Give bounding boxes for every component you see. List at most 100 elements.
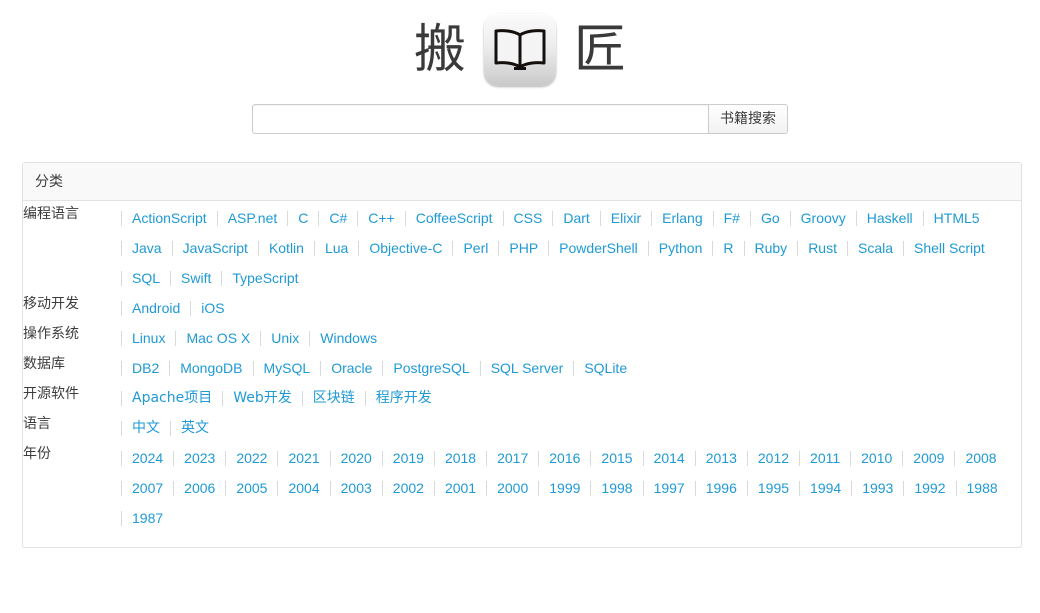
category-link-python[interactable]: Python: [659, 233, 703, 263]
category-link-html5[interactable]: HTML5: [934, 203, 980, 233]
link-divider: [749, 210, 751, 226]
category-link-2014[interactable]: 2014: [654, 443, 685, 473]
category-link-elixir[interactable]: Elixir: [611, 203, 641, 233]
category-link-sql-server[interactable]: SQL Server: [491, 353, 564, 383]
category-link-typescript[interactable]: TypeScript: [232, 263, 298, 293]
category-link-1995[interactable]: 1995: [758, 473, 789, 503]
category-link-2006[interactable]: 2006: [184, 473, 215, 503]
category-link-2001[interactable]: 2001: [445, 473, 476, 503]
category-link-web开发[interactable]: Web开发: [233, 383, 292, 413]
link-divider: [318, 210, 320, 226]
category-link-css[interactable]: CSS: [514, 203, 543, 233]
category-link-2023[interactable]: 2023: [184, 443, 215, 473]
category-link-2015[interactable]: 2015: [601, 443, 632, 473]
category-link-c[interactable]: C++: [368, 203, 394, 233]
category-link-scala[interactable]: Scala: [858, 233, 893, 263]
category-link-1999[interactable]: 1999: [549, 473, 580, 503]
category-link-c[interactable]: C: [298, 203, 308, 233]
category-link-db2[interactable]: DB2: [132, 353, 159, 383]
category-link-2010[interactable]: 2010: [861, 443, 892, 473]
category-link-mac-os-x[interactable]: Mac OS X: [186, 323, 250, 353]
category-link-objective-c[interactable]: Objective-C: [369, 233, 442, 263]
category-link-shell-script[interactable]: Shell Script: [914, 233, 985, 263]
category-link-1994[interactable]: 1994: [810, 473, 841, 503]
category-link-2007[interactable]: 2007: [132, 473, 163, 503]
link-divider: [381, 480, 383, 496]
link-divider: [799, 450, 801, 466]
category-link-f[interactable]: F#: [724, 203, 740, 233]
category-link-powdershell[interactable]: PowderShell: [559, 233, 638, 263]
link-divider: [797, 240, 799, 256]
category-link-2009[interactable]: 2009: [913, 443, 944, 473]
category-link-2020[interactable]: 2020: [341, 443, 372, 473]
site-header: 搬 匠: [0, 0, 1040, 90]
category-link-rust[interactable]: Rust: [808, 233, 837, 263]
category-link-mysql[interactable]: MySQL: [264, 353, 311, 383]
category-link-2005[interactable]: 2005: [236, 473, 267, 503]
category-link-go[interactable]: Go: [761, 203, 780, 233]
category-link-1993[interactable]: 1993: [862, 473, 893, 503]
category-link-linux[interactable]: Linux: [132, 323, 165, 353]
category-link-asp-net[interactable]: ASP.net: [228, 203, 278, 233]
category-link-1987[interactable]: 1987: [132, 503, 163, 533]
category-link-2012[interactable]: 2012: [758, 443, 789, 473]
category-link-haskell[interactable]: Haskell: [867, 203, 913, 233]
category-link-2004[interactable]: 2004: [288, 473, 319, 503]
category-link-区块链[interactable]: 区块链: [313, 383, 355, 413]
category-link-1998[interactable]: 1998: [601, 473, 632, 503]
category-link-2022[interactable]: 2022: [236, 443, 267, 473]
category-link-2003[interactable]: 2003: [341, 473, 372, 503]
category-link-groovy[interactable]: Groovy: [801, 203, 846, 233]
book-search-button[interactable]: 书籍搜索: [708, 104, 788, 134]
category-link-lua[interactable]: Lua: [325, 233, 348, 263]
category-link-kotlin[interactable]: Kotlin: [269, 233, 304, 263]
category-link-r[interactable]: R: [723, 233, 733, 263]
category-link-2021[interactable]: 2021: [288, 443, 319, 473]
category-link-2017[interactable]: 2017: [497, 443, 528, 473]
category-link-ruby[interactable]: Ruby: [755, 233, 788, 263]
category-link-oracle[interactable]: Oracle: [331, 353, 372, 383]
category-link-2013[interactable]: 2013: [706, 443, 737, 473]
category-link-1996[interactable]: 1996: [706, 473, 737, 503]
category-link-mongodb[interactable]: MongoDB: [180, 353, 242, 383]
category-link-1992[interactable]: 1992: [914, 473, 945, 503]
category-link-ios[interactable]: iOS: [201, 293, 224, 323]
category-link-javascript[interactable]: JavaScript: [183, 233, 248, 263]
category-link-2002[interactable]: 2002: [393, 473, 424, 503]
category-link-sql[interactable]: SQL: [132, 263, 160, 293]
category-link-2024[interactable]: 2024: [132, 443, 163, 473]
category-link-apache项目[interactable]: Apache项目: [132, 383, 212, 413]
category-row: 语言 中文 英文: [23, 413, 1021, 443]
category-link-erlang[interactable]: Erlang: [662, 203, 702, 233]
category-link-1997[interactable]: 1997: [654, 473, 685, 503]
category-link-程序开发[interactable]: 程序开发: [376, 383, 432, 413]
search-input[interactable]: [252, 104, 708, 134]
category-link-perl[interactable]: Perl: [463, 233, 488, 263]
link-divider: [329, 450, 331, 466]
category-link-中文[interactable]: 中文: [132, 413, 160, 443]
category-link-c[interactable]: C#: [329, 203, 347, 233]
category-link-1988[interactable]: 1988: [967, 473, 998, 503]
category-link-2000[interactable]: 2000: [497, 473, 528, 503]
category-link-php[interactable]: PHP: [509, 233, 538, 263]
link-divider: [225, 450, 227, 466]
category-link-java[interactable]: Java: [132, 233, 162, 263]
category-link-2016[interactable]: 2016: [549, 443, 580, 473]
category-link-2011[interactable]: 2011: [810, 443, 840, 473]
category-row-label: 开源软件: [23, 386, 79, 402]
category-link-2008[interactable]: 2008: [965, 443, 996, 473]
category-link-coffeescript[interactable]: CoffeeScript: [416, 203, 493, 233]
category-link-unix[interactable]: Unix: [271, 323, 299, 353]
category-link-sqlite[interactable]: SQLite: [584, 353, 627, 383]
category-link-2018[interactable]: 2018: [445, 443, 476, 473]
link-item: 1993: [841, 473, 893, 503]
category-link-android[interactable]: Android: [132, 293, 180, 323]
category-link-英文[interactable]: 英文: [181, 413, 209, 443]
category-link-swift[interactable]: Swift: [181, 263, 211, 293]
category-link-postgresql[interactable]: PostgreSQL: [393, 353, 469, 383]
category-link-windows[interactable]: Windows: [320, 323, 377, 353]
category-link-2019[interactable]: 2019: [393, 443, 424, 473]
category-link-actionscript[interactable]: ActionScript: [132, 203, 207, 233]
category-link-dart[interactable]: Dart: [563, 203, 589, 233]
site-logo[interactable]: 搬 匠: [414, 14, 626, 86]
